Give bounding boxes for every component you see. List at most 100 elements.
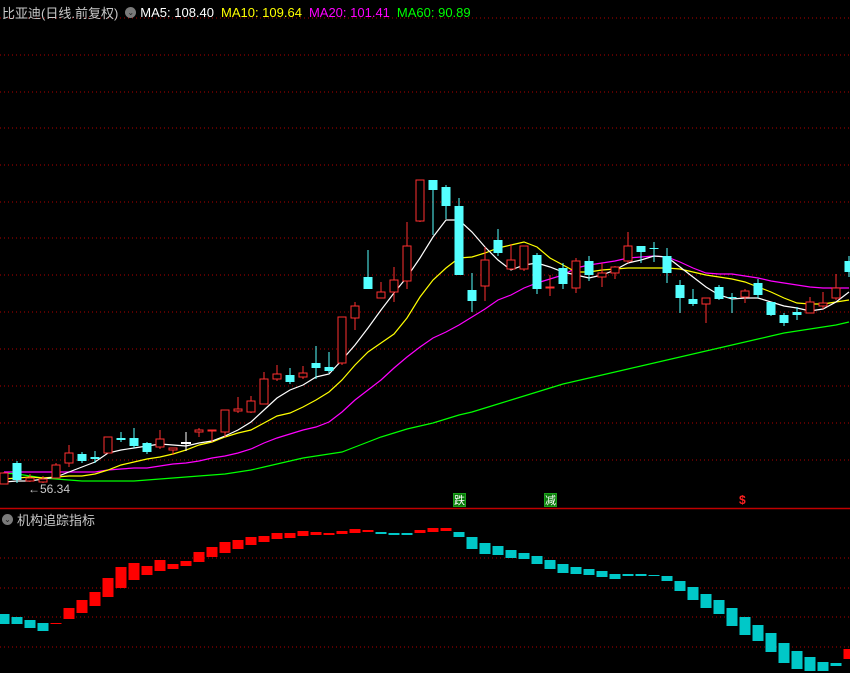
indicator-bar-down	[11, 617, 23, 624]
candle-up	[571, 260, 581, 289]
candle-down	[441, 187, 451, 206]
indicator-bar-up	[336, 531, 348, 534]
candle-up	[233, 408, 243, 412]
indicator-bar-up	[115, 567, 127, 588]
indicator-bar-up	[323, 533, 335, 535]
indicator-bar-down	[24, 620, 36, 628]
stock-chart-canvas[interactable]	[0, 0, 850, 673]
indicator-bar-down	[596, 571, 608, 577]
candle-up	[597, 272, 607, 278]
indicator-bar-down	[765, 633, 777, 652]
candle-down	[779, 315, 789, 323]
ma10-label: MA10: 109.64	[221, 5, 302, 20]
indicator-bar-down	[700, 594, 712, 608]
chevron-down-circle-icon[interactable]: ⌄	[125, 7, 137, 18]
chevron-down-circle-icon[interactable]: ⌄	[2, 514, 13, 525]
indicator-bar-down	[791, 651, 803, 669]
indicator-bar-down	[37, 623, 49, 631]
indicator-bar-down	[583, 569, 595, 575]
indicator-bar-up	[76, 600, 88, 613]
indicator-panel-header: ⌄ 机构追踪指标	[2, 510, 95, 529]
indicator-bar-down	[531, 556, 543, 564]
signal-reduce[interactable]: 减	[544, 493, 557, 507]
indicator-bar-up	[271, 533, 283, 539]
indicator-bar-down	[466, 537, 478, 549]
candle-up	[168, 447, 178, 451]
indicator-bar-up	[154, 560, 166, 571]
candle-up	[506, 259, 516, 270]
candle-up	[103, 436, 113, 454]
indicator-bar-up	[102, 578, 114, 597]
candle-down	[285, 375, 295, 382]
candle-up	[25, 477, 35, 482]
candle-up	[0, 472, 9, 485]
indicator-bar-down	[778, 643, 790, 663]
candle-up	[51, 464, 61, 479]
candle-up	[831, 287, 841, 299]
indicator-bar-up	[219, 542, 231, 553]
indicator-bar-down	[401, 533, 413, 535]
low-price-marker: ←56.34	[28, 482, 71, 496]
indicator-bar-up	[362, 530, 374, 532]
chart-header: 比亚迪(日线.前复权) ⌄ MA5: 108.40 MA10: 109.64 M…	[2, 3, 478, 22]
indicator-bar-up	[414, 530, 426, 533]
indicator-bar-down	[492, 546, 504, 555]
candle-down	[467, 290, 477, 301]
candle-down	[584, 261, 594, 275]
candle-up	[740, 290, 750, 298]
candle-down	[363, 277, 373, 289]
candle-up	[272, 373, 282, 380]
indicator-bar-down	[375, 532, 387, 534]
indicator-bar-up	[63, 608, 75, 619]
ma60-label: MA60: 90.89	[396, 5, 471, 20]
indicator-bar-down	[544, 560, 556, 569]
candle-down	[792, 312, 802, 315]
candle-up	[701, 297, 711, 305]
candle-up	[155, 438, 165, 448]
candle-down	[727, 297, 737, 298]
candle-down	[532, 255, 542, 289]
candle-down	[636, 246, 646, 252]
indicator-bar-down	[518, 553, 530, 559]
candle-up	[298, 372, 308, 378]
indicator-bar-down	[453, 532, 465, 537]
ma5-label: MA5: 108.40	[140, 5, 214, 20]
candle-up	[207, 429, 217, 432]
candle-down	[753, 283, 763, 295]
candle-down	[129, 438, 139, 446]
signal-dollar-arrow[interactable]: $	[739, 494, 746, 507]
indicator-bar-down	[661, 576, 673, 581]
indicator-bar-down	[609, 574, 621, 579]
indicator-bar-up	[89, 592, 101, 606]
candle-up	[545, 286, 555, 289]
candle-up	[350, 305, 360, 319]
candle-down	[428, 180, 438, 190]
indicator-bar-down	[713, 600, 725, 614]
candle-up	[818, 302, 828, 307]
indicator-bar-up	[50, 623, 62, 624]
indicator-bar-down	[479, 543, 491, 554]
candle-down	[90, 457, 100, 459]
candle-up	[610, 266, 620, 274]
candle-down	[662, 256, 672, 273]
indicator-bar-down	[635, 574, 647, 576]
candle-up	[64, 452, 74, 464]
indicator-bar-up	[180, 561, 192, 566]
indicator-bar-down	[388, 533, 400, 535]
candle-down	[77, 454, 87, 461]
candle-up	[259, 378, 269, 405]
candle-down	[844, 261, 850, 272]
indicator-bar-up	[427, 528, 439, 532]
indicator-bar-up	[245, 537, 257, 545]
candle-up	[337, 316, 347, 364]
signal-fall[interactable]: 跌	[453, 493, 466, 507]
indicator-bar-up	[232, 540, 244, 549]
ma60-line	[3, 321, 850, 482]
candle-up	[376, 291, 386, 299]
indicator-bar-up	[128, 563, 140, 580]
candle-down	[142, 443, 152, 452]
candle-up	[805, 301, 815, 314]
indicator-bar-up	[440, 528, 452, 531]
indicator-bar-down	[570, 567, 582, 574]
candle-down	[649, 248, 659, 249]
